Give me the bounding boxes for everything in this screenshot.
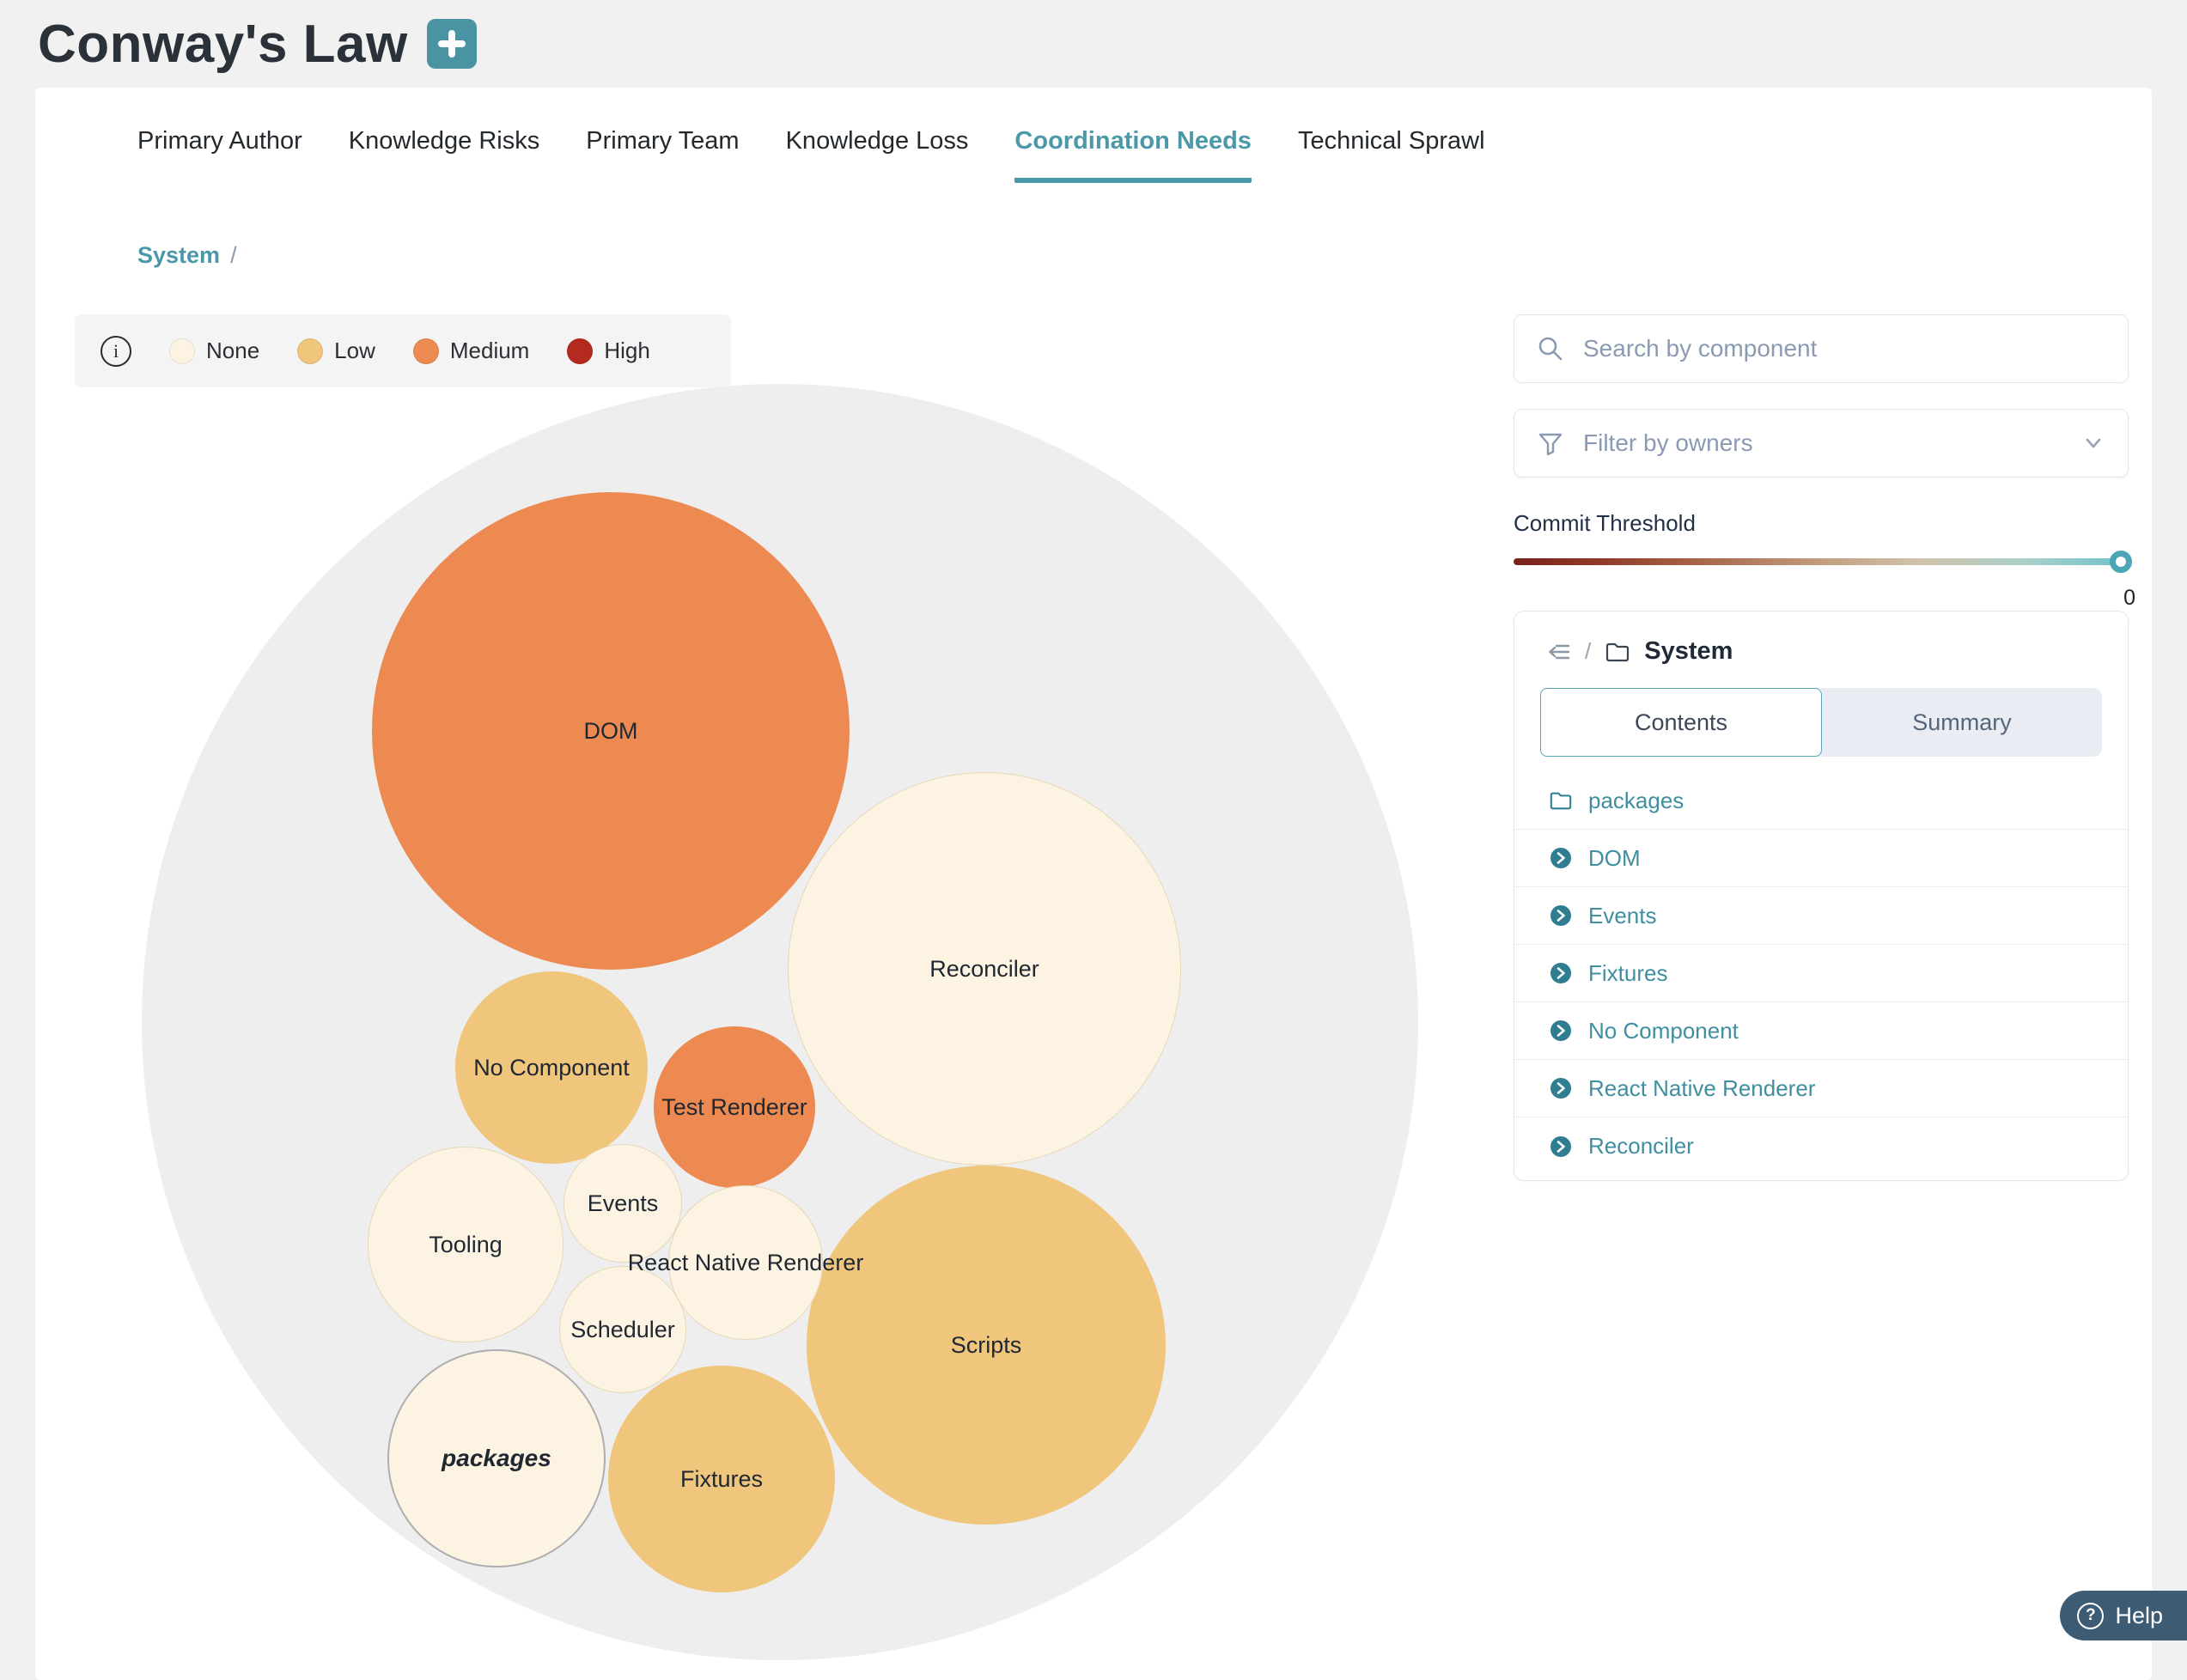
search-icon bbox=[1537, 335, 1564, 362]
commit-threshold-label: Commit Threshold bbox=[1514, 510, 1696, 537]
bubble-label: Scripts bbox=[951, 1332, 1022, 1359]
bubble-label: No Component bbox=[473, 1055, 630, 1081]
list-item-fixtures[interactable]: Fixtures bbox=[1514, 945, 2128, 1002]
search-input[interactable] bbox=[1583, 335, 2105, 362]
panel-tab-bar: Contents Summary bbox=[1540, 688, 2102, 757]
tab-contents[interactable]: Contents bbox=[1540, 688, 1822, 757]
page-title: Conway's Law bbox=[38, 14, 408, 75]
detail-panel-header: / System bbox=[1514, 612, 2128, 685]
bubble-label: Reconciler bbox=[929, 956, 1039, 983]
list-item-dom[interactable]: DOM bbox=[1514, 830, 2128, 887]
list-item-reconciler[interactable]: Reconciler bbox=[1514, 1117, 2128, 1175]
component-icon bbox=[1549, 904, 1573, 928]
bubble-dom[interactable]: DOM bbox=[372, 492, 850, 970]
list-item-label: No Component bbox=[1588, 1018, 1739, 1044]
bubble-scheduler[interactable]: Scheduler bbox=[559, 1266, 686, 1393]
component-icon bbox=[1549, 1076, 1573, 1100]
list-item-events[interactable]: Events bbox=[1514, 887, 2128, 945]
list-item-label: packages bbox=[1588, 788, 1684, 814]
filter-icon bbox=[1537, 429, 1564, 457]
help-button[interactable]: Help bbox=[2060, 1591, 2187, 1640]
detail-panel: / System Contents Summary packages DOM Eve… bbox=[1514, 611, 2129, 1181]
folder-icon bbox=[1605, 639, 1630, 665]
help-label: Help bbox=[2115, 1603, 2163, 1629]
bubble-no-component[interactable]: No Component bbox=[455, 971, 648, 1164]
right-panel: Filter by owners Commit Threshold 0 / Sy… bbox=[1514, 314, 2129, 383]
bubble-reconciler[interactable]: Reconciler bbox=[788, 772, 1181, 1166]
bubble-packages[interactable]: packages bbox=[387, 1349, 606, 1567]
bubble-label: Fixtures bbox=[680, 1466, 763, 1493]
component-icon bbox=[1549, 846, 1573, 870]
bubble-scripts[interactable]: Scripts bbox=[807, 1166, 1166, 1525]
bubble-label: Scheduler bbox=[570, 1317, 675, 1343]
slider-handle[interactable] bbox=[2110, 551, 2132, 573]
folder-icon bbox=[1549, 788, 1573, 813]
list-item-label: Reconciler bbox=[1588, 1133, 1694, 1160]
commit-threshold-slider: 0 bbox=[1514, 548, 2129, 582]
contents-list: packages DOM Events Fixtures No Component Rea… bbox=[1514, 772, 2128, 1175]
bubble-label: DOM bbox=[584, 718, 638, 745]
bubble-label: Events bbox=[588, 1190, 659, 1217]
bubble-label: Test Renderer bbox=[661, 1094, 807, 1121]
list-item-react-native-renderer[interactable]: React Native Renderer bbox=[1514, 1060, 2128, 1117]
plus-icon bbox=[437, 29, 466, 58]
list-item-packages[interactable]: packages bbox=[1514, 772, 2128, 830]
slider-track[interactable] bbox=[1514, 558, 2129, 565]
bubble-fixtures[interactable]: Fixtures bbox=[608, 1366, 835, 1592]
component-icon bbox=[1549, 1019, 1573, 1043]
main-card: Primary Author Knowledge Risks Primary T… bbox=[35, 88, 2152, 1680]
list-item-label: Events bbox=[1588, 903, 1657, 929]
bubble-test-renderer[interactable]: Test Renderer bbox=[654, 1026, 815, 1188]
question-icon bbox=[2077, 1603, 2104, 1629]
bubble-label: React Native Renderer bbox=[628, 1250, 864, 1276]
component-icon bbox=[1549, 1135, 1573, 1159]
search-box bbox=[1514, 314, 2129, 383]
collapse-left-icon[interactable] bbox=[1545, 639, 1571, 665]
component-icon bbox=[1549, 961, 1573, 985]
chevron-down-icon bbox=[2081, 431, 2105, 455]
slider-value: 0 bbox=[2123, 586, 2135, 611]
list-item-label: React Native Renderer bbox=[1588, 1075, 1815, 1102]
panel-title: System bbox=[1644, 637, 1733, 666]
list-item-no-component[interactable]: No Component bbox=[1514, 1002, 2128, 1060]
list-item-label: DOM bbox=[1588, 845, 1641, 872]
app-header: Conway's Law bbox=[0, 0, 2187, 88]
bubble-react-native-renderer[interactable]: React Native Renderer bbox=[668, 1185, 823, 1340]
tab-summary[interactable]: Summary bbox=[1822, 688, 2102, 757]
list-item-label: Fixtures bbox=[1588, 960, 1667, 987]
add-button[interactable] bbox=[427, 19, 477, 69]
bubble-tooling[interactable]: Tooling bbox=[368, 1147, 564, 1342]
panel-breadcrumb-separator: / bbox=[1585, 638, 1591, 665]
bubble-label: Tooling bbox=[429, 1232, 503, 1258]
filter-dropdown[interactable]: Filter by owners bbox=[1514, 409, 2129, 478]
filter-label: Filter by owners bbox=[1583, 429, 2062, 457]
bubble-label: packages bbox=[442, 1445, 551, 1472]
bubble-events[interactable]: Events bbox=[564, 1144, 682, 1263]
